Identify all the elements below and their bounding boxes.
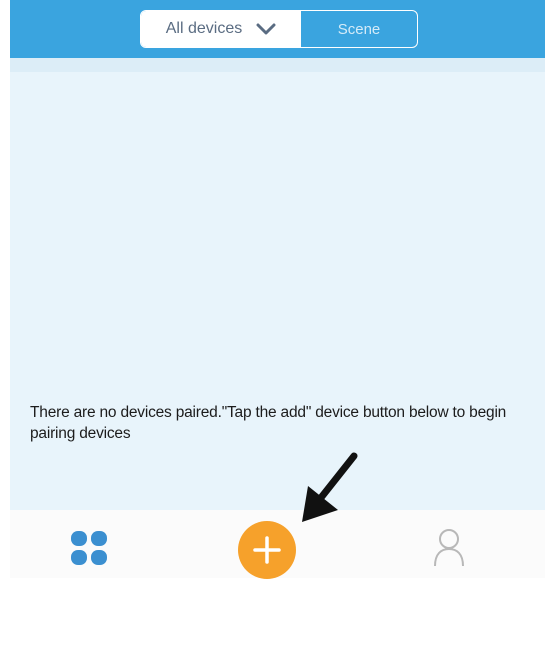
top-bar: All devices Scene — [10, 0, 545, 58]
header-divider — [10, 58, 545, 72]
empty-state-message: There are no devices paired."Tap the add… — [30, 404, 507, 442]
grid-icon[interactable] — [70, 530, 108, 566]
chevron-down-icon — [256, 23, 276, 35]
add-device-button[interactable] — [238, 521, 296, 579]
pointer-arrow-icon — [298, 452, 360, 524]
plus-icon — [253, 536, 281, 564]
scene-label: Scene — [337, 20, 381, 38]
view-switcher: All devices Scene — [140, 10, 418, 48]
user-icon[interactable] — [432, 527, 466, 567]
scene-tab[interactable]: Scene — [301, 11, 417, 47]
app-screen: All devices Scene — [10, 0, 545, 578]
all-devices-label: All devices — [165, 20, 243, 37]
all-devices-dropdown[interactable]: All devices — [141, 11, 301, 47]
